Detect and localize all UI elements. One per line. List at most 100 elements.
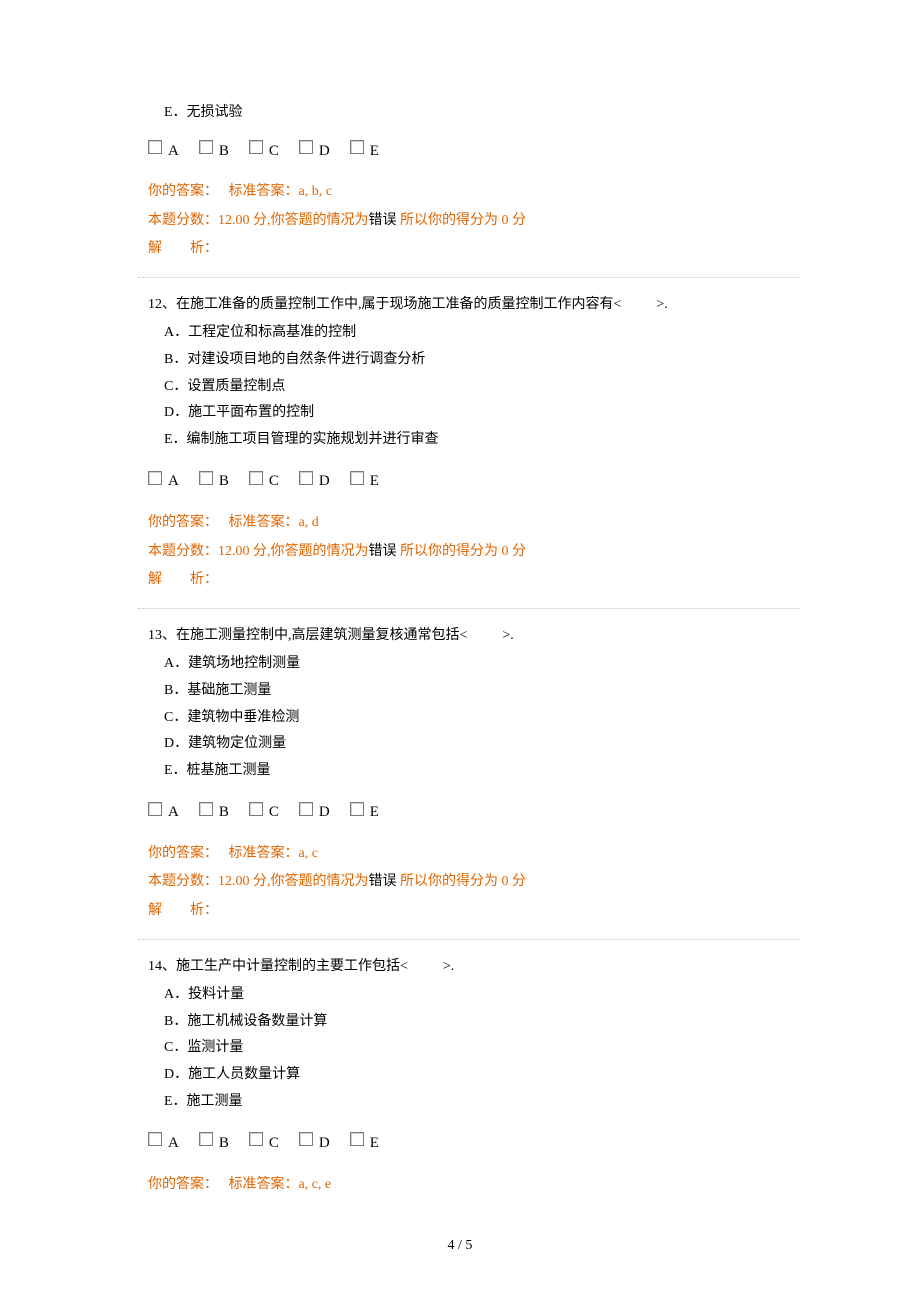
std-answer-label: 标准答案：	[229, 846, 299, 861]
q13-option-c: C．建筑物中垂准检测	[164, 705, 800, 732]
std-answer-label: 标准答案：	[229, 515, 299, 530]
cb-label-d: D	[319, 798, 330, 827]
q13-options: A．建筑场地控制测量 B．基础施工测量 C．建筑物中垂准检测 D．建筑物定位测量…	[164, 651, 800, 784]
std-answer-label: 标准答案：	[229, 184, 299, 199]
q14-option-d: D．施工人员数量计算	[164, 1062, 800, 1089]
cb-label-d: D	[319, 137, 330, 166]
std-answer-value: a, c, e	[299, 1177, 332, 1192]
score-suffix: 所以你的得分为 0 分	[397, 213, 527, 228]
question-13: 13、在施工测量控制中,高层建筑测量复核通常包括< >. A．建筑场地控制测量 …	[148, 623, 800, 925]
cb-label-a: A	[168, 798, 179, 827]
std-answer-value: a, d	[299, 515, 319, 530]
q12-checkbox-row: A B C D E	[148, 463, 800, 492]
cb-label-d: D	[319, 1129, 330, 1158]
std-answer-value: a, b, c	[299, 184, 332, 199]
checkbox-icon[interactable]	[350, 1132, 364, 1146]
q12-answer-line: 你的答案： 标准答案：a, d	[148, 510, 800, 537]
your-answer-label: 你的答案：	[148, 184, 211, 199]
q14-option-a: A．投料计量	[164, 982, 800, 1009]
score-suffix: 所以你的得分为 0 分	[397, 874, 527, 889]
cb-label-b: B	[219, 798, 229, 827]
checkbox-icon[interactable]	[148, 471, 162, 485]
q14-option-e: E．施工测量	[164, 1089, 800, 1116]
checkbox-icon[interactable]	[199, 1132, 213, 1146]
score-status: 错误	[369, 544, 397, 559]
cb-label-b: B	[219, 1129, 229, 1158]
page: E．无损试验 A B C D E 你的答案： 标准答案：a, b, c 本题分数…	[0, 0, 920, 1302]
checkbox-icon[interactable]	[299, 471, 313, 485]
q12-option-d: D．施工平面布置的控制	[164, 400, 800, 427]
q12-option-b: B．对建设项目地的自然条件进行调查分析	[164, 347, 800, 374]
q12-option-e: E．编制施工项目管理的实施规划并进行审查	[164, 427, 800, 454]
cb-label-e: E	[370, 798, 379, 827]
checkbox-icon[interactable]	[350, 802, 364, 816]
score-suffix: 所以你的得分为 0 分	[397, 544, 527, 559]
cb-label-e: E	[370, 467, 379, 496]
checkbox-icon[interactable]	[249, 471, 263, 485]
page-footer: 4 / 5	[0, 1233, 920, 1260]
checkbox-icon[interactable]	[199, 471, 213, 485]
q12-option-a: A．工程定位和标高基准的控制	[164, 320, 800, 347]
score-prefix: 本题分数：12.00 分,你答题的情况为	[148, 874, 369, 889]
cb-label-e: E	[370, 137, 379, 166]
q14-checkbox-row: A B C D E	[148, 1125, 800, 1154]
q13-analysis-label: 解 析：	[148, 898, 800, 925]
your-answer-label: 你的答案：	[148, 846, 211, 861]
checkbox-icon[interactable]	[148, 1132, 162, 1146]
checkbox-icon[interactable]	[249, 140, 263, 154]
cb-label-a: A	[168, 467, 179, 496]
q12-score-line: 本题分数：12.00 分,你答题的情况为错误 所以你的得分为 0 分	[148, 539, 800, 566]
cb-label-d: D	[319, 467, 330, 496]
q14-option-b: B．施工机械设备数量计算	[164, 1009, 800, 1036]
cb-label-a: A	[168, 137, 179, 166]
q11-score-line: 本题分数：12.00 分,你答题的情况为错误 所以你的得分为 0 分	[148, 208, 800, 235]
q13-option-a: A．建筑场地控制测量	[164, 651, 800, 678]
checkbox-icon[interactable]	[299, 140, 313, 154]
q13-option-e: E．桩基施工测量	[164, 758, 800, 785]
cb-label-c: C	[269, 798, 279, 827]
question-14: 14、施工生产中计量控制的主要工作包括< >. A．投料计量 B．施工机械设备数…	[148, 954, 800, 1199]
q13-option-d: D．建筑物定位测量	[164, 731, 800, 758]
q12-analysis-label: 解 析：	[148, 567, 800, 594]
q11-answer-line: 你的答案： 标准答案：a, b, c	[148, 179, 800, 206]
q11-analysis-label: 解 析：	[148, 236, 800, 263]
divider	[138, 277, 800, 278]
q11-option-e: E．无损试验	[164, 100, 800, 127]
std-answer-label: 标准答案：	[229, 1177, 299, 1192]
q12-option-c: C．设置质量控制点	[164, 374, 800, 401]
cb-label-b: B	[219, 137, 229, 166]
checkbox-icon[interactable]	[299, 1132, 313, 1146]
cb-label-c: C	[269, 1129, 279, 1158]
q14-option-c: C．监测计量	[164, 1035, 800, 1062]
score-status: 错误	[369, 213, 397, 228]
divider	[138, 608, 800, 609]
checkbox-icon[interactable]	[249, 1132, 263, 1146]
your-answer-label: 你的答案：	[148, 1177, 211, 1192]
q14-answer-line: 你的答案： 标准答案：a, c, e	[148, 1172, 800, 1199]
cb-label-e: E	[370, 1129, 379, 1158]
checkbox-icon[interactable]	[199, 802, 213, 816]
std-answer-value: a, c	[299, 846, 318, 861]
checkbox-icon[interactable]	[199, 140, 213, 154]
q13-option-b: B．基础施工测量	[164, 678, 800, 705]
checkbox-icon[interactable]	[249, 802, 263, 816]
question-11-tail: E．无损试验 A B C D E 你的答案： 标准答案：a, b, c 本题分数…	[148, 100, 800, 263]
score-prefix: 本题分数：12.00 分,你答题的情况为	[148, 544, 369, 559]
q12-stem: 12、在施工准备的质量控制工作中,属于现场施工准备的质量控制工作内容有< >.	[148, 292, 800, 319]
cb-label-c: C	[269, 467, 279, 496]
q14-stem: 14、施工生产中计量控制的主要工作包括< >.	[148, 954, 800, 981]
score-status: 错误	[369, 874, 397, 889]
cb-label-a: A	[168, 1129, 179, 1158]
checkbox-icon[interactable]	[148, 140, 162, 154]
checkbox-icon[interactable]	[148, 802, 162, 816]
cb-label-c: C	[269, 137, 279, 166]
question-12: 12、在施工准备的质量控制工作中,属于现场施工准备的质量控制工作内容有< >. …	[148, 292, 800, 594]
score-prefix: 本题分数：12.00 分,你答题的情况为	[148, 213, 369, 228]
your-answer-label: 你的答案：	[148, 515, 211, 530]
checkbox-icon[interactable]	[350, 140, 364, 154]
q13-checkbox-row: A B C D E	[148, 794, 800, 823]
q13-score-line: 本题分数：12.00 分,你答题的情况为错误 所以你的得分为 0 分	[148, 869, 800, 896]
q12-options: A．工程定位和标高基准的控制 B．对建设项目地的自然条件进行调查分析 C．设置质…	[164, 320, 800, 453]
checkbox-icon[interactable]	[299, 802, 313, 816]
checkbox-icon[interactable]	[350, 471, 364, 485]
